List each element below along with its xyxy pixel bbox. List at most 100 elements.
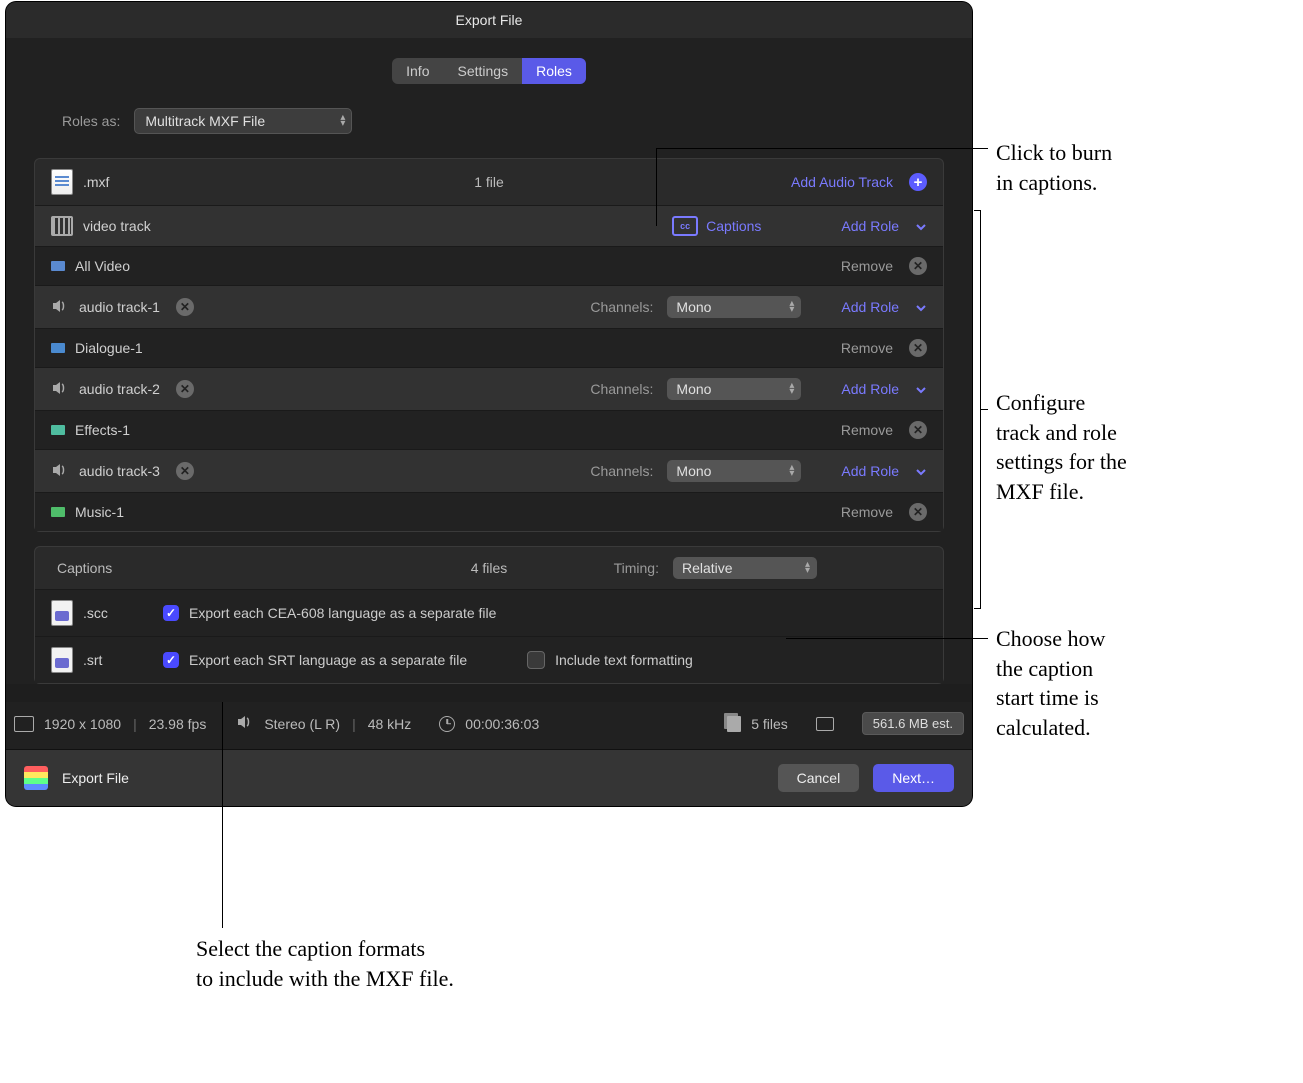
callout-line [656, 148, 988, 149]
srt-ext-label: .srt [83, 652, 153, 668]
srt-export-label[interactable]: Export each SRT language as a separate f… [189, 652, 467, 668]
include-formatting-checkbox[interactable] [527, 651, 545, 669]
speaker-icon [236, 713, 254, 734]
scc-export-label[interactable]: Export each CEA-608 language as a separa… [189, 605, 496, 621]
video-role-name: All Video [75, 258, 130, 274]
speaker-icon [51, 297, 69, 318]
chevron-down-icon[interactable] [915, 220, 927, 232]
callout-line [656, 148, 657, 226]
chevron-down-icon[interactable] [915, 301, 927, 313]
captions-title: Captions [57, 560, 112, 576]
audio-role-3-name: Music-1 [75, 504, 124, 520]
audio-role-1-name: Dialogue-1 [75, 340, 143, 356]
callout-caption-formats: Select the caption formats to include wi… [196, 934, 454, 993]
tab-group: Info Settings Roles [392, 58, 586, 84]
role-swatch [51, 507, 65, 517]
audio-track-1-label: audio track-1 [79, 299, 160, 315]
bottom-title: Export File [62, 770, 129, 786]
remove-role-button[interactable]: Remove [841, 504, 893, 520]
channels-label: Channels: [590, 381, 653, 397]
add-audio-track-button[interactable]: Add Audio Track [791, 174, 893, 190]
video-track-row: video track cc Captions Add Role [35, 205, 943, 246]
monitor-icon [816, 717, 834, 731]
scc-export-checkbox[interactable]: ✓ [163, 605, 179, 621]
chevron-updown-icon: ▴▾ [789, 383, 794, 395]
files-icon [727, 716, 741, 732]
timing-label: Timing: [614, 560, 659, 576]
audio-track-3-row: audio track-3 ✕ Channels: Mono ▴▾ Add Ro… [35, 449, 943, 492]
resolution-value: 1920 x 1080 [44, 716, 121, 732]
channels-select-1[interactable]: Mono ▴▾ [667, 296, 801, 318]
chevron-updown-icon: ▴▾ [340, 115, 345, 127]
captions-button[interactable]: cc Captions [672, 216, 761, 236]
remove-role-button[interactable]: Remove [841, 422, 893, 438]
channels-value-1: Mono [676, 299, 711, 315]
caption-srt-row: .srt ✓ Export each SRT language as a sep… [35, 636, 943, 683]
audio-track-2-row: audio track-2 ✕ Channels: Mono ▴▾ Add Ro… [35, 367, 943, 410]
close-icon[interactable]: ✕ [909, 421, 927, 439]
scc-ext-label: .scc [83, 605, 153, 621]
video-track-label: video track [83, 218, 151, 234]
tab-roles[interactable]: Roles [522, 58, 586, 84]
audio-role-2-row: Effects-1 Remove ✕ [35, 410, 943, 449]
add-role-button-video[interactable]: Add Role [841, 218, 899, 234]
callout-line [222, 702, 223, 928]
duration-value: 00:00:36:03 [465, 716, 539, 732]
speaker-icon [51, 461, 69, 482]
bottom-bar: Export File Cancel Next… [6, 749, 972, 806]
add-role-button-3[interactable]: Add Role [841, 463, 899, 479]
channels-label: Channels: [590, 463, 653, 479]
channels-value-3: Mono [676, 463, 711, 479]
next-button[interactable]: Next… [873, 764, 954, 792]
cancel-button[interactable]: Cancel [778, 764, 860, 792]
callout-line [974, 608, 981, 609]
remove-track-icon[interactable]: ✕ [176, 298, 194, 316]
audio-track-2-label: audio track-2 [79, 381, 160, 397]
close-icon[interactable]: ✕ [909, 257, 927, 275]
captions-panel: Captions 4 files Timing: Relative ▴▾ .sc… [34, 546, 944, 684]
chevron-down-icon[interactable] [915, 465, 927, 477]
callout-timing: Choose how the caption start time is cal… [996, 624, 1105, 743]
tab-settings[interactable]: Settings [443, 58, 522, 84]
tab-bar: Info Settings Roles [34, 58, 944, 84]
app-icon [24, 766, 48, 790]
audio-track-1-row: audio track-1 ✕ Channels: Mono ▴▾ Add Ro… [35, 285, 943, 328]
close-icon[interactable]: ✕ [909, 503, 927, 521]
files-value: 5 files [751, 716, 788, 732]
timing-value: Relative [682, 560, 733, 576]
remove-role-button[interactable]: Remove [841, 258, 893, 274]
remove-role-button[interactable]: Remove [841, 340, 893, 356]
audio-track-3-label: audio track-3 [79, 463, 160, 479]
remove-track-icon[interactable]: ✕ [176, 380, 194, 398]
close-icon[interactable]: ✕ [909, 339, 927, 357]
channels-select-3[interactable]: Mono ▴▾ [667, 460, 801, 482]
chevron-updown-icon: ▴▾ [789, 301, 794, 313]
clock-icon [439, 716, 455, 732]
mxf-header-row: .mxf 1 file Add Audio Track + [35, 159, 943, 205]
export-file-window: Export File Info Settings Roles Roles as… [6, 2, 972, 806]
video-role-row: All Video Remove ✕ [35, 246, 943, 285]
caption-file-icon [51, 647, 73, 673]
channels-value-2: Mono [676, 381, 711, 397]
add-role-button-1[interactable]: Add Role [841, 299, 899, 315]
callout-configure-tracks: Configure track and role settings for th… [996, 388, 1127, 507]
channels-select-2[interactable]: Mono ▴▾ [667, 378, 801, 400]
timing-select[interactable]: Relative ▴▾ [673, 557, 817, 579]
audio-role-1-row: Dialogue-1 Remove ✕ [35, 328, 943, 367]
callout-line [974, 210, 981, 211]
srt-export-checkbox[interactable]: ✓ [163, 652, 179, 668]
captions-header-row: Captions 4 files Timing: Relative ▴▾ [35, 547, 943, 589]
status-bar: 1920 x 1080 | 23.98 fps Stereo (L R) | 4… [6, 702, 972, 749]
roles-as-select[interactable]: Multitrack MXF File ▴▾ [134, 108, 352, 134]
chevron-updown-icon: ▴▾ [805, 562, 810, 574]
chevron-down-icon[interactable] [915, 383, 927, 395]
include-formatting-label[interactable]: Include text formatting [555, 652, 693, 668]
remove-track-icon[interactable]: ✕ [176, 462, 194, 480]
file-icon [51, 169, 73, 195]
plus-icon[interactable]: + [909, 173, 927, 191]
callout-line [786, 638, 988, 639]
tab-info[interactable]: Info [392, 58, 443, 84]
add-role-button-2[interactable]: Add Role [841, 381, 899, 397]
mxf-file-count: 1 file [474, 174, 504, 190]
audio-role-2-name: Effects-1 [75, 422, 130, 438]
